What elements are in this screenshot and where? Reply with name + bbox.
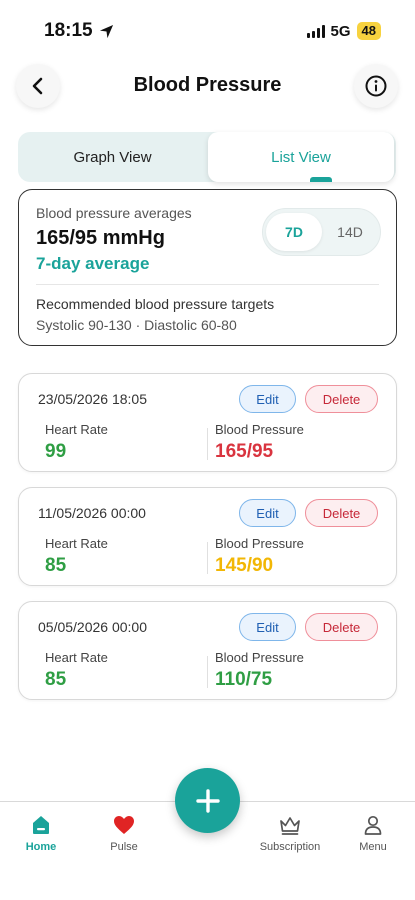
crown-icon — [250, 812, 330, 838]
reading-datetime: 05/05/2026 00:00 — [38, 619, 147, 635]
active-tab-indicator — [310, 177, 332, 182]
blood-pressure-value: 145/90 — [215, 555, 274, 576]
nav-menu-label: Menu — [359, 841, 387, 853]
averages-value: 165/95 mmHg — [36, 227, 165, 249]
info-icon — [365, 75, 387, 97]
reading-card: 23/05/2026 18:05 Edit Delete Heart Rate … — [18, 373, 397, 472]
network-type: 5G — [330, 22, 351, 40]
range-14d-button[interactable]: 14D — [322, 213, 378, 251]
nav-pulse-label: Pulse — [110, 841, 138, 853]
header: Blood Pressure — [0, 62, 415, 112]
location-arrow-icon — [99, 24, 113, 38]
blood-pressure-value: 110/75 — [215, 669, 273, 690]
averages-caption: 7-day average — [36, 254, 150, 273]
nav-menu[interactable]: Menu — [333, 812, 413, 853]
divider — [207, 656, 208, 688]
blood-pressure-label: Blood Pressure — [215, 536, 304, 551]
page-title: Blood Pressure — [133, 74, 282, 96]
nav-subscription-label: Subscription — [259, 841, 321, 853]
range-7d-button[interactable]: 7D — [266, 213, 322, 251]
heart-rate-label: Heart Rate — [45, 422, 108, 437]
info-button[interactable] — [354, 64, 398, 108]
signal-icon — [306, 24, 325, 38]
edit-button[interactable]: Edit — [239, 385, 296, 413]
divider — [36, 284, 379, 285]
range-toggle: 7D 14D — [262, 208, 381, 256]
nav-home[interactable]: Home — [1, 812, 81, 853]
delete-button[interactable]: Delete — [305, 499, 378, 527]
reading-datetime: 23/05/2026 18:05 — [38, 391, 147, 407]
blood-pressure-value: 165/95 — [215, 441, 274, 462]
heart-icon — [84, 812, 164, 838]
tab-graph-view[interactable]: Graph View — [18, 132, 207, 182]
add-reading-button[interactable] — [175, 768, 240, 833]
targets-title: Recommended blood pressure targets — [36, 296, 275, 312]
view-toggle: Graph View List View — [18, 132, 396, 182]
home-icon — [1, 812, 81, 838]
plus-icon — [195, 788, 220, 813]
delete-button[interactable]: Delete — [305, 613, 378, 641]
edit-button[interactable]: Edit — [239, 613, 296, 641]
blood-pressure-label: Blood Pressure — [215, 650, 304, 665]
nav-subscription[interactable]: Subscription — [250, 812, 330, 853]
heart-rate-value: 85 — [45, 669, 67, 690]
reading-card: 11/05/2026 00:00 Edit Delete Heart Rate … — [18, 487, 397, 586]
battery-icon: 48 — [356, 22, 381, 40]
nav-home-label: Home — [25, 841, 57, 853]
averages-label: Blood pressure averages — [36, 205, 192, 221]
tab-list-view[interactable]: List View — [208, 132, 394, 182]
heart-rate-label: Heart Rate — [45, 536, 108, 551]
heart-rate-value: 99 — [45, 441, 67, 462]
person-icon — [333, 812, 413, 838]
edit-button[interactable]: Edit — [239, 499, 296, 527]
reading-card: 05/05/2026 00:00 Edit Delete Heart Rate … — [18, 601, 397, 700]
targets-values: Systolic 90-130 · Diastolic 60-80 — [36, 317, 237, 333]
heart-rate-label: Heart Rate — [45, 650, 108, 665]
blood-pressure-label: Blood Pressure — [215, 422, 304, 437]
averages-card: Blood pressure averages 165/95 mmHg 7-da… — [18, 189, 397, 346]
reading-datetime: 11/05/2026 00:00 — [38, 505, 146, 521]
status-bar: 18:15 5G 48 — [0, 0, 415, 60]
divider — [207, 428, 208, 460]
status-time: 18:15 — [44, 20, 114, 42]
heart-rate-value: 85 — [45, 555, 67, 576]
tab-list-view-label: List View — [271, 148, 331, 166]
clock: 18:15 — [44, 20, 93, 41]
status-indicators: 5G 48 — [306, 22, 381, 40]
nav-pulse[interactable]: Pulse — [84, 812, 164, 853]
delete-button[interactable]: Delete — [305, 385, 378, 413]
divider — [207, 542, 208, 574]
